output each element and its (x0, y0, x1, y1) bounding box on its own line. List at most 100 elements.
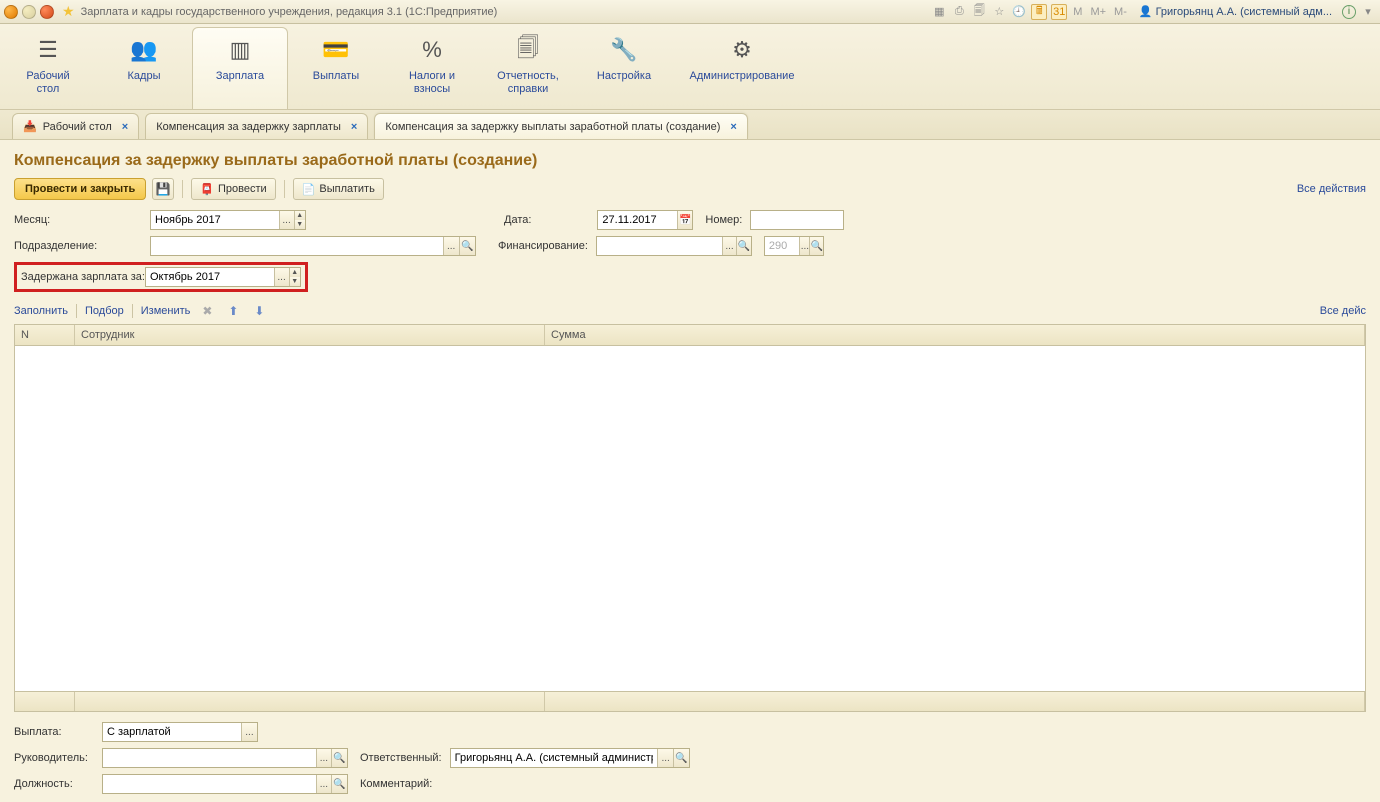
search-button[interactable]: 🔍 (331, 775, 347, 793)
dolzh-field[interactable]: ... 🔍 (102, 774, 348, 794)
ruk-input[interactable] (103, 749, 316, 767)
section-1[interactable]: 👥Кадры (96, 28, 192, 109)
favorite-icon[interactable]: ★ (62, 3, 75, 20)
post-button[interactable]: 📮 Провести (191, 178, 275, 200)
section-0[interactable]: ☰ Рабочийстол (0, 28, 96, 109)
dept-field[interactable]: ... 🔍 (150, 236, 476, 256)
dropdown-icon[interactable]: ▾ (1360, 4, 1376, 20)
month-spinner[interactable]: ▲▼ (294, 211, 305, 229)
tab-close-icon[interactable]: × (351, 121, 357, 133)
number-input[interactable] (751, 211, 843, 229)
calendar-button[interactable]: 📅 (677, 211, 692, 229)
table-header: N Сотрудник Сумма (15, 325, 1365, 346)
number-field[interactable] (750, 210, 844, 230)
search-button[interactable]: 🔍 (736, 237, 751, 255)
tab-close-icon[interactable]: × (122, 121, 128, 133)
search-button[interactable]: 🔍 (673, 749, 689, 767)
fin2-input[interactable] (765, 237, 800, 255)
post-label: Провести (218, 183, 267, 195)
col-n[interactable]: N (15, 325, 75, 345)
ellipsis-button[interactable]: ... (443, 237, 459, 255)
section-label: Зарплата (216, 70, 264, 83)
ellipsis-button[interactable]: ... (316, 749, 332, 767)
tool-icon-3[interactable]: ☆ (991, 4, 1007, 20)
dolzh-input[interactable] (103, 775, 316, 793)
tool-icon-4[interactable]: 🕘 (1011, 4, 1027, 20)
section-icon: ☰ (38, 36, 58, 64)
date-input[interactable] (598, 211, 677, 229)
calc-icon[interactable]: 🖩 (1031, 4, 1047, 20)
fill-link[interactable]: Заполнить (14, 305, 68, 317)
titlebar: ★ Зарплата и кадры государственного учре… (0, 0, 1380, 24)
resp-field[interactable]: ... 🔍 (450, 748, 690, 768)
month-label: Месяц: (14, 214, 142, 226)
ruk-field[interactable]: ... 🔍 (102, 748, 348, 768)
section-label: Администрирование (690, 70, 795, 83)
down-icon[interactable]: ⬇ (250, 302, 268, 320)
section-2[interactable]: ▥Зарплата (192, 27, 288, 109)
vyplata-input[interactable] (103, 723, 241, 741)
tab-2[interactable]: Компенсация за задержку выплаты заработн… (374, 113, 748, 139)
section-7[interactable]: ⚙Администрирование (672, 28, 812, 109)
tool-icon-1[interactable]: ▦ (931, 4, 947, 20)
calendar-icon[interactable]: 31 (1051, 4, 1067, 20)
ellipsis-button[interactable]: ... (722, 237, 737, 255)
vyplata-field[interactable]: ... (102, 722, 258, 742)
section-6[interactable]: 🔧Настройка (576, 28, 672, 109)
section-label: Рабочийстол (26, 70, 69, 96)
ellipsis-button[interactable]: ... (274, 268, 289, 286)
nav-back-icon[interactable] (22, 5, 36, 19)
delayed-label: Задержана зарплата за: (21, 271, 145, 283)
tab-1[interactable]: Компенсация за задержку зарплаты× (145, 113, 368, 139)
fin-input[interactable] (597, 237, 722, 255)
col-employee[interactable]: Сотрудник (75, 325, 545, 345)
delayed-input[interactable] (146, 268, 274, 286)
select-link[interactable]: Подбор (85, 305, 124, 317)
memory-m[interactable]: M (1071, 6, 1084, 18)
fin2-field[interactable]: ... 🔍 (764, 236, 824, 256)
info-icon[interactable]: i (1342, 5, 1356, 19)
section-4[interactable]: %Налоги ивзносы (384, 28, 480, 109)
ellipsis-button[interactable]: ... (279, 211, 294, 229)
delayed-spinner[interactable]: ▲▼ (289, 268, 300, 286)
table-body[interactable] (15, 346, 1365, 691)
ellipsis-button[interactable]: ... (799, 237, 809, 255)
section-icon: % (422, 36, 442, 64)
col-sum[interactable]: Сумма (545, 325, 1365, 345)
memory-mminus[interactable]: M- (1112, 6, 1129, 18)
dept-label: Подразделение: (14, 240, 142, 252)
month-input[interactable] (151, 211, 279, 229)
section-3[interactable]: 💳Выплаты (288, 28, 384, 109)
dolzh-label: Должность: (14, 778, 94, 790)
section-icon: 👥 (130, 36, 157, 64)
save-icon[interactable]: 💾 (152, 178, 174, 200)
up-icon[interactable]: ⬆ (224, 302, 242, 320)
tab-close-icon[interactable]: × (730, 121, 736, 133)
change-link[interactable]: Изменить (141, 305, 191, 317)
search-button[interactable]: 🔍 (809, 237, 822, 255)
search-button[interactable]: 🔍 (459, 237, 475, 255)
tool-icon-2[interactable]: 🗐 (971, 4, 987, 20)
delayed-field[interactable]: ... ▲▼ (145, 267, 301, 287)
search-button[interactable]: 🔍 (331, 749, 347, 767)
tab-0[interactable]: 📥Рабочий стол× (12, 113, 139, 139)
resp-input[interactable] (451, 749, 658, 767)
fin-field[interactable]: ... 🔍 (596, 236, 752, 256)
ellipsis-button[interactable]: ... (241, 723, 257, 741)
all-actions-link[interactable]: Все действия (1297, 183, 1366, 195)
memory-mplus[interactable]: M+ (1088, 6, 1108, 18)
month-field[interactable]: ... ▲▼ (150, 210, 306, 230)
pay-button[interactable]: 📄 Выплатить (293, 178, 384, 200)
current-user[interactable]: 👤 Григорьянц А.А. (системный адм... (1139, 5, 1332, 18)
section-5[interactable]: 🗐Отчетность,справки (480, 28, 576, 109)
print-icon[interactable]: ⎙ (951, 4, 967, 20)
window-title: Зарплата и кадры государственного учрежд… (81, 6, 498, 18)
post-and-close-button[interactable]: Провести и закрыть (14, 178, 146, 200)
date-field[interactable]: 📅 (597, 210, 693, 230)
delete-icon[interactable]: ✖ (198, 302, 216, 320)
nav-fwd-icon[interactable] (40, 5, 54, 19)
dept-input[interactable] (151, 237, 443, 255)
ellipsis-button[interactable]: ... (657, 749, 673, 767)
all-actions-2[interactable]: Все дейс (1320, 305, 1366, 317)
ellipsis-button[interactable]: ... (316, 775, 332, 793)
